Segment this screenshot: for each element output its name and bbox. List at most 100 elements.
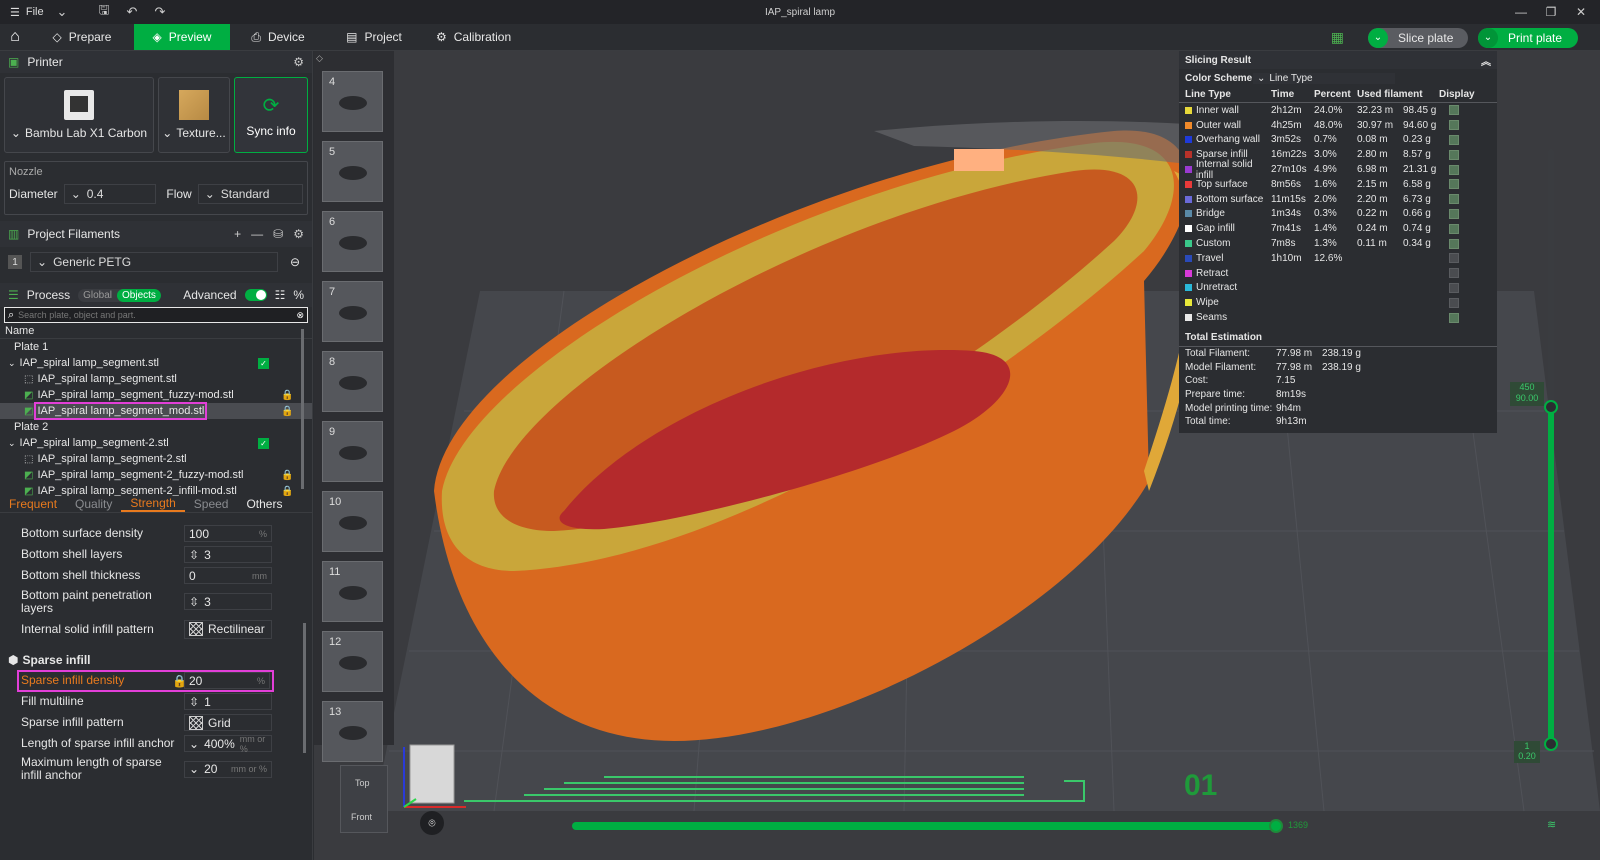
display-checkbox[interactable] bbox=[1449, 179, 1459, 190]
fill-multiline-stepper[interactable]: ⇳ 1 bbox=[184, 693, 272, 710]
expand-icon[interactable]: ⌄ bbox=[8, 358, 16, 369]
display-checkbox[interactable] bbox=[1449, 312, 1459, 323]
view-cube-front[interactable]: Front bbox=[351, 812, 372, 822]
layer-thumbnail[interactable]: 10 bbox=[322, 491, 383, 552]
chevron-down-icon[interactable]: ⌄ bbox=[1368, 27, 1388, 48]
undo-icon[interactable]: ↶ bbox=[118, 0, 146, 24]
tree-row[interactable]: ◩ IAP_spiral lamp_segment-2_fuzzy-mod.stl… bbox=[0, 467, 312, 483]
layer-thumbnail[interactable]: 13 bbox=[322, 701, 383, 762]
tab-preview[interactable]: ◈ Preview bbox=[134, 24, 230, 50]
slice-plate-button[interactable]: ⌄ Slice plate bbox=[1368, 27, 1468, 48]
tree-row[interactable]: ◩ IAP_spiral lamp_segment_mod.stl 🔒 bbox=[0, 402, 312, 420]
minimize-icon[interactable]: — bbox=[1506, 0, 1536, 24]
close-icon[interactable]: ✕ bbox=[1566, 0, 1596, 24]
tree-row[interactable]: Plate 2 bbox=[0, 419, 312, 435]
bottom-paint-stepper[interactable]: ⇳ 3 bbox=[184, 593, 272, 610]
bottom-shell-thickness-input[interactable]: 0 mm bbox=[184, 567, 272, 584]
view-cube-top[interactable]: Top bbox=[355, 778, 370, 788]
filament-select[interactable]: ⌄ Generic PETG bbox=[30, 252, 278, 272]
collapse-arrow-icon[interactable]: ◇ bbox=[316, 53, 323, 64]
sparse-pattern-select[interactable]: Grid bbox=[184, 714, 272, 731]
lock-icon[interactable]: 🔒 bbox=[281, 406, 293, 417]
gear-icon[interactable]: ⚙ bbox=[293, 55, 304, 69]
tab-calibration[interactable]: ⚙ Calibration bbox=[422, 24, 525, 50]
toggle-objects[interactable]: Objects bbox=[117, 288, 161, 302]
add-icon[interactable]: + bbox=[234, 227, 241, 241]
search-input[interactable]: ⌕ Search plate, object and part. ⊗ bbox=[4, 307, 308, 323]
list-icon[interactable]: ☷ bbox=[275, 288, 286, 302]
display-checkbox[interactable] bbox=[1449, 105, 1459, 116]
remove-filament-icon[interactable]: ⊖ bbox=[290, 255, 300, 269]
layer-thumbnail[interactable]: 5 bbox=[322, 141, 383, 202]
advanced-toggle[interactable] bbox=[244, 289, 267, 301]
plate-type-card[interactable]: ⌄ Texture... bbox=[158, 77, 230, 153]
printer-model-card[interactable]: ⌄ Bambu Lab X1 Carbon bbox=[4, 77, 154, 153]
stepper-icon[interactable]: ⇳ bbox=[189, 595, 199, 609]
layer-thumbnail[interactable]: 4 bbox=[322, 71, 383, 132]
tab-strength[interactable]: Strength bbox=[121, 496, 185, 512]
remove-icon[interactable]: — bbox=[251, 227, 263, 241]
display-checkbox[interactable] bbox=[1449, 268, 1459, 279]
tree-row[interactable]: ⌄ IAP_spiral lamp_segment-2.stl ✓ bbox=[0, 435, 312, 451]
redo-icon[interactable]: ↷ bbox=[146, 0, 174, 24]
expand-icon[interactable]: ⌄ bbox=[8, 438, 16, 449]
display-checkbox[interactable] bbox=[1449, 149, 1459, 160]
toggle-global[interactable]: Global bbox=[78, 289, 117, 302]
layer-thumbnail[interactable]: 6 bbox=[322, 211, 383, 272]
anchor-max-select[interactable]: ⌄ 20 mm or % bbox=[184, 760, 272, 778]
display-checkbox[interactable] bbox=[1449, 120, 1459, 131]
percent-icon[interactable]: % bbox=[293, 288, 304, 302]
display-checkbox[interactable] bbox=[1449, 238, 1459, 249]
global-objects-toggle[interactable]: Global Objects bbox=[78, 288, 161, 302]
chevron-down-icon[interactable]: ⌄ bbox=[48, 0, 76, 24]
horizontal-slider-handle[interactable] bbox=[1269, 819, 1283, 833]
restore-icon[interactable]: ❐ bbox=[1536, 0, 1566, 24]
sync-info-button[interactable]: ⟳ Sync info bbox=[234, 77, 308, 153]
bottom-shell-layers-stepper[interactable]: ⇳ 3 bbox=[184, 546, 272, 563]
tree-scrollbar[interactable] bbox=[301, 329, 304, 489]
filament-manage-icon[interactable]: ⛁ bbox=[273, 227, 283, 241]
collapse-icon[interactable]: ︽ bbox=[1481, 53, 1491, 68]
display-checkbox[interactable] bbox=[1449, 164, 1459, 175]
diameter-select[interactable]: ⌄ 0.4 bbox=[63, 184, 157, 204]
tree-row[interactable]: ⬚ IAP_spiral lamp_segment.stl bbox=[0, 371, 312, 387]
tree-row[interactable]: Plate 1 bbox=[0, 339, 312, 355]
tab-device[interactable]: ⎙ Device bbox=[230, 24, 326, 50]
flow-select[interactable]: ⌄ Standard bbox=[197, 184, 303, 204]
screenshot-icon[interactable]: ⌾ bbox=[420, 811, 444, 835]
display-checkbox[interactable] bbox=[1449, 134, 1459, 145]
stepper-icon[interactable]: ⇳ bbox=[189, 548, 199, 562]
lock-icon[interactable]: 🔒 bbox=[281, 470, 293, 481]
display-checkbox[interactable] bbox=[1449, 297, 1459, 308]
visible-checkbox[interactable]: ✓ bbox=[258, 357, 269, 369]
save-icon[interactable]: 🖫 bbox=[90, 0, 118, 24]
tab-prepare[interactable]: ◇ Prepare bbox=[30, 24, 134, 50]
display-checkbox[interactable] bbox=[1449, 282, 1459, 293]
layer-thumbnail[interactable]: 9 bbox=[322, 421, 383, 482]
tree-row[interactable]: ⌄ IAP_spiral lamp_segment.stl ✓ bbox=[0, 355, 312, 371]
tab-frequent[interactable]: Frequent bbox=[0, 497, 66, 511]
color-scheme-select[interactable]: ⌄ Line Type bbox=[1253, 72, 1395, 84]
vertical-slider-range[interactable] bbox=[1548, 403, 1554, 743]
tree-row[interactable]: ⬚ IAP_spiral lamp_segment-2.stl bbox=[0, 451, 312, 467]
tree-row[interactable]: ◩ IAP_spiral lamp_segment_fuzzy-mod.stl 🔒 bbox=[0, 387, 312, 403]
tab-quality[interactable]: Quality bbox=[66, 497, 121, 511]
lock-icon[interactable]: 🔒 bbox=[281, 390, 293, 401]
plate-grid-icon[interactable]: ▦ bbox=[1331, 29, 1344, 46]
display-checkbox[interactable] bbox=[1449, 253, 1459, 264]
gear-icon[interactable]: ⚙ bbox=[293, 227, 304, 241]
stepper-icon[interactable]: ⇳ bbox=[189, 695, 199, 709]
horizontal-slider[interactable] bbox=[572, 822, 1277, 830]
tab-speed[interactable]: Speed bbox=[185, 497, 238, 511]
lock-icon[interactable]: 🔒 bbox=[281, 486, 293, 497]
chevron-down-icon[interactable]: ⌄ bbox=[1478, 27, 1498, 48]
vertical-slider-top-handle[interactable] bbox=[1544, 400, 1558, 414]
print-plate-button[interactable]: ⌄ Print plate bbox=[1478, 27, 1578, 48]
display-checkbox[interactable] bbox=[1449, 194, 1459, 205]
anchor-length-select[interactable]: ⌄ 400% mm or % bbox=[184, 734, 272, 754]
sparse-density-input[interactable]: 20% bbox=[184, 672, 270, 689]
bottom-surface-density-input[interactable]: 100% bbox=[184, 525, 272, 542]
settings-scrollbar[interactable] bbox=[303, 623, 306, 753]
layers-stack-icon[interactable]: ≋ bbox=[1547, 818, 1556, 831]
tree-row[interactable]: ◩ IAP_spiral lamp_segment-2_infill-mod.st… bbox=[0, 483, 312, 496]
